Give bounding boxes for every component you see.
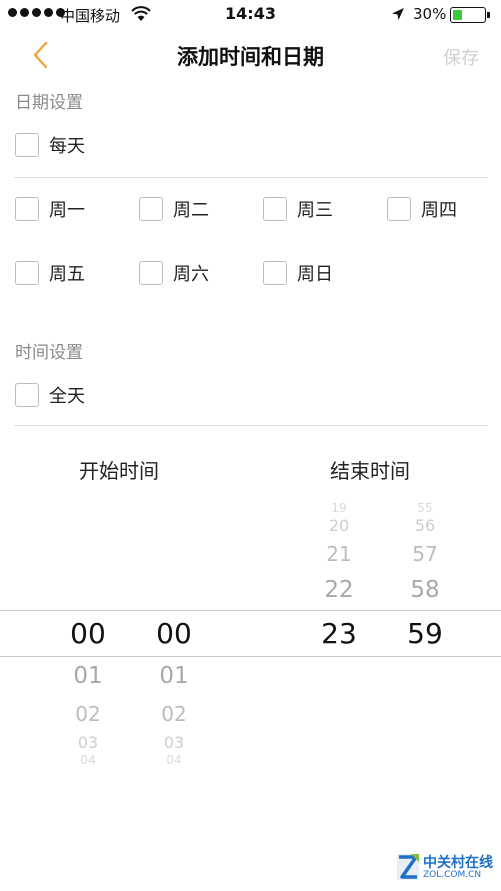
weekday-label: 周日 — [297, 264, 333, 285]
weekday-friday[interactable]: 周五 — [15, 258, 85, 288]
date-settings-label: 日期设置 — [15, 93, 83, 113]
start-minute-selected: 00 — [156, 617, 192, 650]
start-hour-option: 02 — [75, 702, 101, 726]
battery-percentage: 30% — [413, 5, 447, 23]
checkbox[interactable] — [15, 261, 39, 285]
everyday-label: 每天 — [49, 136, 85, 157]
weekday-saturday[interactable]: 周六 — [139, 258, 209, 288]
weekday-monday[interactable]: 周一 — [15, 194, 85, 224]
weekday-thursday[interactable]: 周四 — [387, 194, 457, 224]
weekday-tuesday[interactable]: 周二 — [139, 194, 209, 224]
page-title: 添加时间和日期 — [177, 45, 324, 69]
start-hour-selected: 00 — [70, 617, 106, 650]
picker-selection-top-line — [0, 610, 501, 611]
start-time-label: 开始时间 — [79, 459, 159, 483]
end-time-label: 结束时间 — [330, 459, 410, 483]
checkbox[interactable] — [263, 197, 287, 221]
checkbox[interactable] — [15, 133, 39, 157]
start-minute-option: 03 — [163, 733, 185, 752]
weekday-sunday[interactable]: 周日 — [263, 258, 333, 288]
weekday-label: 周三 — [297, 200, 333, 221]
allday-label: 全天 — [49, 386, 85, 407]
start-minute-option: 01 — [159, 663, 189, 689]
end-minute-option: 58 — [410, 577, 440, 603]
time-settings-label: 时间设置 — [15, 343, 83, 363]
status-bar: 中国移动 14:43 30% — [0, 0, 501, 30]
checkbox[interactable] — [15, 197, 39, 221]
end-hour-option: 19 — [331, 501, 347, 515]
weekday-label: 周一 — [49, 200, 85, 221]
start-minute-option: 04 — [166, 753, 182, 767]
end-hour-option: 21 — [326, 542, 352, 566]
weekday-label: 周五 — [49, 264, 85, 285]
checkbox[interactable] — [139, 261, 163, 285]
end-minute-option: 57 — [412, 542, 438, 566]
save-button[interactable]: 保存 — [443, 44, 479, 70]
weekday-label: 周六 — [173, 264, 209, 285]
start-hour-option: 04 — [80, 753, 96, 767]
watermark-site: ZOL.COM.CN — [423, 870, 482, 880]
end-hour-option: 22 — [324, 577, 354, 603]
zol-logo-icon — [397, 854, 419, 880]
weekday-label: 周二 — [173, 200, 209, 221]
end-minute-option: 56 — [414, 516, 436, 535]
watermark-name: 中关村在线 — [423, 855, 493, 871]
picker-selection-bottom-line — [0, 656, 501, 657]
weekday-wednesday[interactable]: 周三 — [263, 194, 333, 224]
start-hour-option: 01 — [73, 663, 103, 689]
allday-option[interactable]: 全天 — [15, 380, 85, 410]
start-hour-option: 03 — [77, 733, 99, 752]
end-hour-selected: 23 — [321, 617, 357, 650]
divider — [14, 177, 488, 178]
weekday-label: 周四 — [421, 200, 457, 221]
checkbox[interactable] — [139, 197, 163, 221]
end-minute-option: 55 — [417, 501, 433, 515]
nav-bar: 添加时间和日期 保存 — [0, 30, 501, 80]
screen: 中国移动 14:43 30% 添加时间和日期 保存 日期设置 每天 周一 周二 … — [0, 0, 501, 891]
end-hour-option: 20 — [328, 516, 350, 535]
checkbox[interactable] — [15, 383, 39, 407]
checkbox[interactable] — [263, 261, 287, 285]
location-arrow-icon — [392, 8, 404, 20]
everyday-option[interactable]: 每天 — [15, 130, 85, 160]
zol-watermark: 中关村在线 ZOL.COM.CN — [395, 850, 501, 886]
start-minute-option: 02 — [161, 702, 187, 726]
divider — [14, 425, 488, 426]
battery-icon — [450, 7, 490, 23]
checkbox[interactable] — [387, 197, 411, 221]
end-minute-selected: 59 — [407, 617, 443, 650]
